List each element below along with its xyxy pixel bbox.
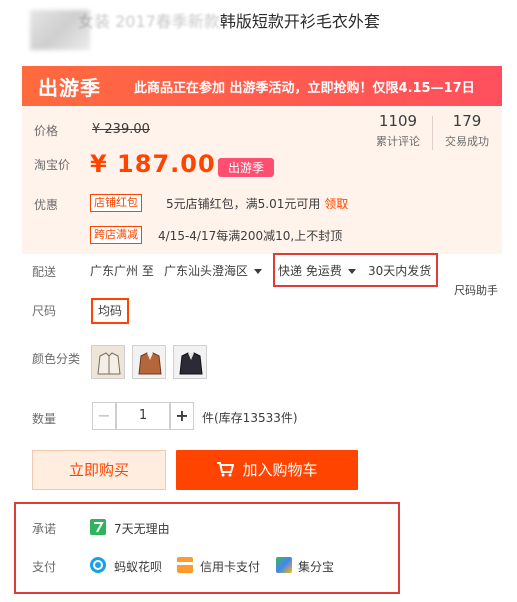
stats: 1109 累计评论 179 交易成功 bbox=[368, 112, 497, 150]
add-to-cart-button[interactable]: 加入购物车 bbox=[176, 450, 358, 490]
tb-price-label: 淘宝价 bbox=[34, 158, 71, 172]
chevron-down-icon bbox=[347, 269, 356, 274]
quantity-label: 数量 bbox=[32, 412, 57, 426]
quantity-input[interactable]: 1 bbox=[116, 402, 170, 430]
shipping-label: 配送 bbox=[32, 265, 57, 279]
coupon-text-shop: 5元店铺红包，满5.01元可用 领取 bbox=[166, 197, 349, 211]
color-option-cream[interactable] bbox=[91, 345, 125, 379]
coupon-text-cross: 4/15-4/17每满200减10,上不封顶 bbox=[158, 229, 343, 243]
orig-price-label: 价格 bbox=[34, 124, 59, 138]
promo-badge: 出游季 bbox=[38, 75, 101, 100]
promo-text: 此商品正在参加 出游季活动，立即抢购！仅限4.15—17日 bbox=[134, 80, 475, 96]
ship-to-select[interactable]: 广东汕头澄海区 bbox=[164, 262, 263, 279]
huabei-icon bbox=[90, 557, 106, 573]
size-helper-link[interactable]: 尺码助手 bbox=[454, 282, 498, 298]
title-faded-text: 女装 2017春季新款 bbox=[78, 12, 220, 31]
pay-jifenbao[interactable]: 集分宝 bbox=[298, 558, 334, 575]
size-option[interactable]: 均码 bbox=[91, 298, 129, 324]
divider bbox=[432, 116, 433, 150]
brown-jacket-icon bbox=[133, 346, 165, 378]
color-label: 颜色分类 bbox=[32, 352, 81, 366]
stock-text: 件(库存13533件) bbox=[202, 411, 298, 425]
promo-banner[interactable]: 出游季 此商品正在参加 出游季活动，立即抢购！仅限4.15—17日 bbox=[22, 66, 502, 106]
price-tag: 出游季 bbox=[218, 158, 275, 177]
pay-huabei[interactable]: 蚂蚁花呗 bbox=[114, 558, 162, 575]
seven-day-icon bbox=[90, 519, 106, 535]
tb-price-value: ¥ 187.00 bbox=[90, 150, 216, 178]
color-option-black[interactable] bbox=[173, 345, 207, 379]
coupon-tag-shop: 店铺红包 bbox=[90, 194, 142, 212]
size-label: 尺码 bbox=[32, 304, 57, 318]
sales-count[interactable]: 179 交易成功 bbox=[437, 112, 497, 150]
cart-icon bbox=[217, 462, 235, 477]
cream-jacket-icon bbox=[92, 346, 124, 378]
buy-now-button[interactable]: 立即购买 bbox=[32, 450, 166, 490]
review-count[interactable]: 1109 累计评论 bbox=[368, 112, 428, 150]
jifenbao-icon bbox=[276, 557, 292, 573]
chevron-down-icon bbox=[254, 269, 263, 274]
credit-card-icon bbox=[177, 557, 193, 573]
pay-label: 支付 bbox=[32, 560, 57, 574]
highlight-box-service bbox=[14, 502, 400, 594]
product-title: 女装 2017春季新款韩版短款开衫毛衣外套 bbox=[18, 4, 517, 58]
promise-text: 7天无理由 bbox=[114, 522, 170, 536]
coupon-tag-cross: 跨店满减 bbox=[90, 226, 142, 244]
coupon-label: 优惠 bbox=[34, 198, 59, 212]
ship-method-select[interactable]: 快递 免运费 bbox=[278, 262, 356, 279]
color-option-brown[interactable] bbox=[132, 345, 166, 379]
ship-from: 广东广州 至 bbox=[90, 264, 154, 278]
quantity-minus-button[interactable]: − bbox=[92, 402, 116, 430]
quantity-plus-button[interactable]: + bbox=[170, 402, 194, 430]
pay-credit-card[interactable]: 信用卡支付 bbox=[200, 558, 260, 575]
black-jacket-icon bbox=[174, 346, 206, 378]
title-text: 韩版短款开衫毛衣外套 bbox=[219, 12, 380, 31]
orig-price-value: ¥ 239.00 bbox=[92, 122, 150, 137]
price-panel: 价格 ¥ 239.00 1109 累计评论 179 交易成功 淘宝价 ¥ 187… bbox=[22, 106, 502, 254]
ship-time: 30天内发货 bbox=[368, 264, 432, 278]
coupon-claim-link[interactable]: 领取 bbox=[324, 197, 348, 211]
promise-label: 承诺 bbox=[32, 522, 57, 536]
